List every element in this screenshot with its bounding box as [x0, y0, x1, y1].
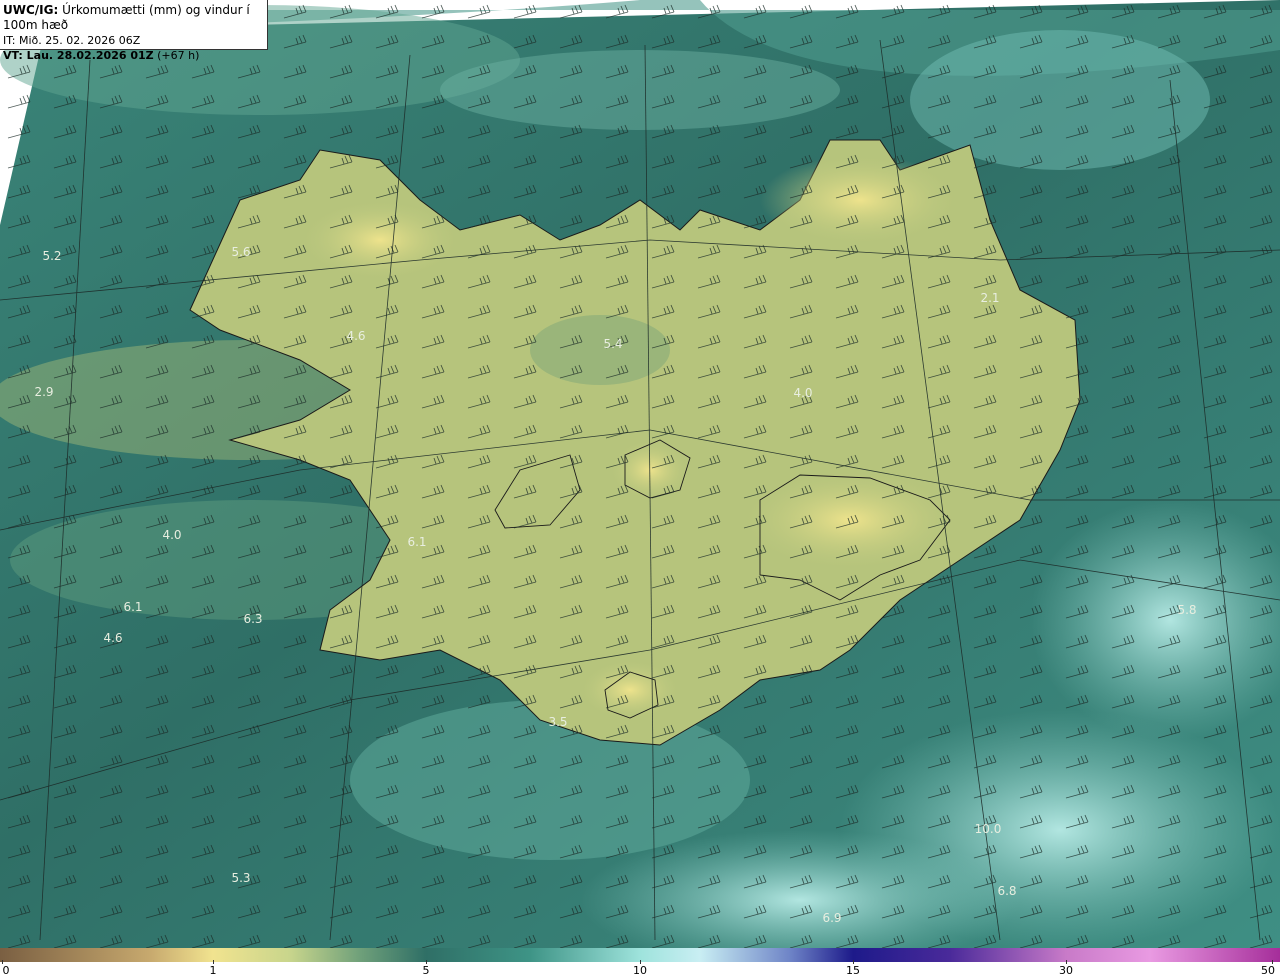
value-label: 3.5 — [548, 715, 567, 729]
value-label: 5.3 — [231, 871, 250, 885]
value-label: 6.3 — [243, 612, 262, 626]
value-label: 5.2 — [42, 249, 61, 263]
colorbar-tick-label: 1 — [209, 964, 217, 977]
value-label: 6.8 — [997, 884, 1016, 898]
colorbar: 0 1 5 10 15 30 50 — [0, 948, 1280, 978]
colorbar-tick-label: 30 — [1059, 964, 1073, 977]
lead-time: (+67 h) — [157, 49, 200, 62]
wind-barbs — [0, 0, 1280, 948]
value-label: 6.9 — [822, 911, 841, 925]
value-label: 2.9 — [34, 385, 53, 399]
value-label: 4.6 — [346, 329, 365, 343]
colorbar-tick-label: 5 — [422, 964, 430, 977]
value-label: 6.1 — [123, 600, 142, 614]
colorbar-tick-label: 10 — [633, 964, 647, 977]
product-code: UWC/IG: — [3, 3, 59, 17]
map-header: UWC/IG: Úrkomumætti (mm) og vindur í 100… — [0, 0, 268, 62]
value-label: 5.8 — [1177, 603, 1196, 617]
value-label: 6.1 — [407, 535, 426, 549]
value-label: 5.4 — [603, 337, 622, 351]
colorbar-tick-label: 50 — [1261, 964, 1275, 977]
colorbar-tick-label: 15 — [846, 964, 860, 977]
initial-time: IT: Mið. 25. 02. 2026 06Z — [3, 34, 141, 47]
value-label: 4.6 — [103, 631, 122, 645]
value-label: 10.0 — [975, 822, 1002, 836]
value-label: 2.1 — [980, 291, 999, 305]
weather-map: 5.2 5.6 4.6 5.4 4.0 2.9 4.0 6.1 6.1 6.3 4.6 5.8 5.3 6… — [0, 0, 1280, 948]
colorbar-tick-label: 0 — [2, 964, 10, 977]
value-label: 5.6 — [231, 245, 250, 259]
value-label: 4.0 — [793, 386, 812, 400]
valid-time: VT: Lau. 28.02.2026 01Z — [3, 49, 154, 62]
value-label: 4.0 — [162, 528, 181, 542]
